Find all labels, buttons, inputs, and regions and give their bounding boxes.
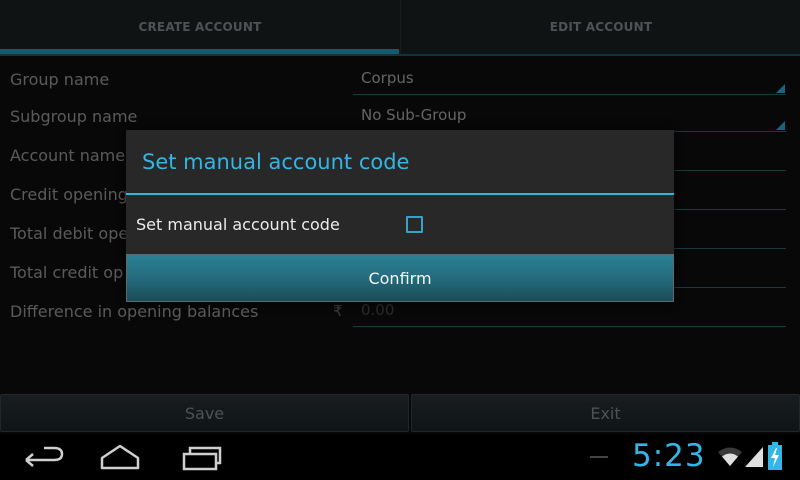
recent-apps-icon[interactable] <box>174 442 230 472</box>
dialog-title-divider <box>126 193 674 195</box>
manual-code-dialog: Set manual account code Set manual accou… <box>126 130 674 302</box>
dialog-title: Set manual account code <box>142 150 410 174</box>
app-window: CREATE ACCOUNT EDIT ACCOUNT Group name C… <box>0 0 800 434</box>
manual-code-checkbox-label: Set manual account code <box>136 215 340 234</box>
battery-charging-icon <box>768 442 782 470</box>
status-clock: 5:23 <box>632 438 706 474</box>
confirm-button[interactable]: Confirm <box>126 254 674 302</box>
home-icon[interactable] <box>92 442 148 472</box>
wifi-icon <box>718 447 742 466</box>
manual-code-checkbox[interactable] <box>406 216 423 233</box>
signal-icon <box>745 447 763 467</box>
notification-dash <box>590 456 608 458</box>
system-bar: 5:23 <box>0 434 800 480</box>
back-icon[interactable] <box>14 442 70 472</box>
